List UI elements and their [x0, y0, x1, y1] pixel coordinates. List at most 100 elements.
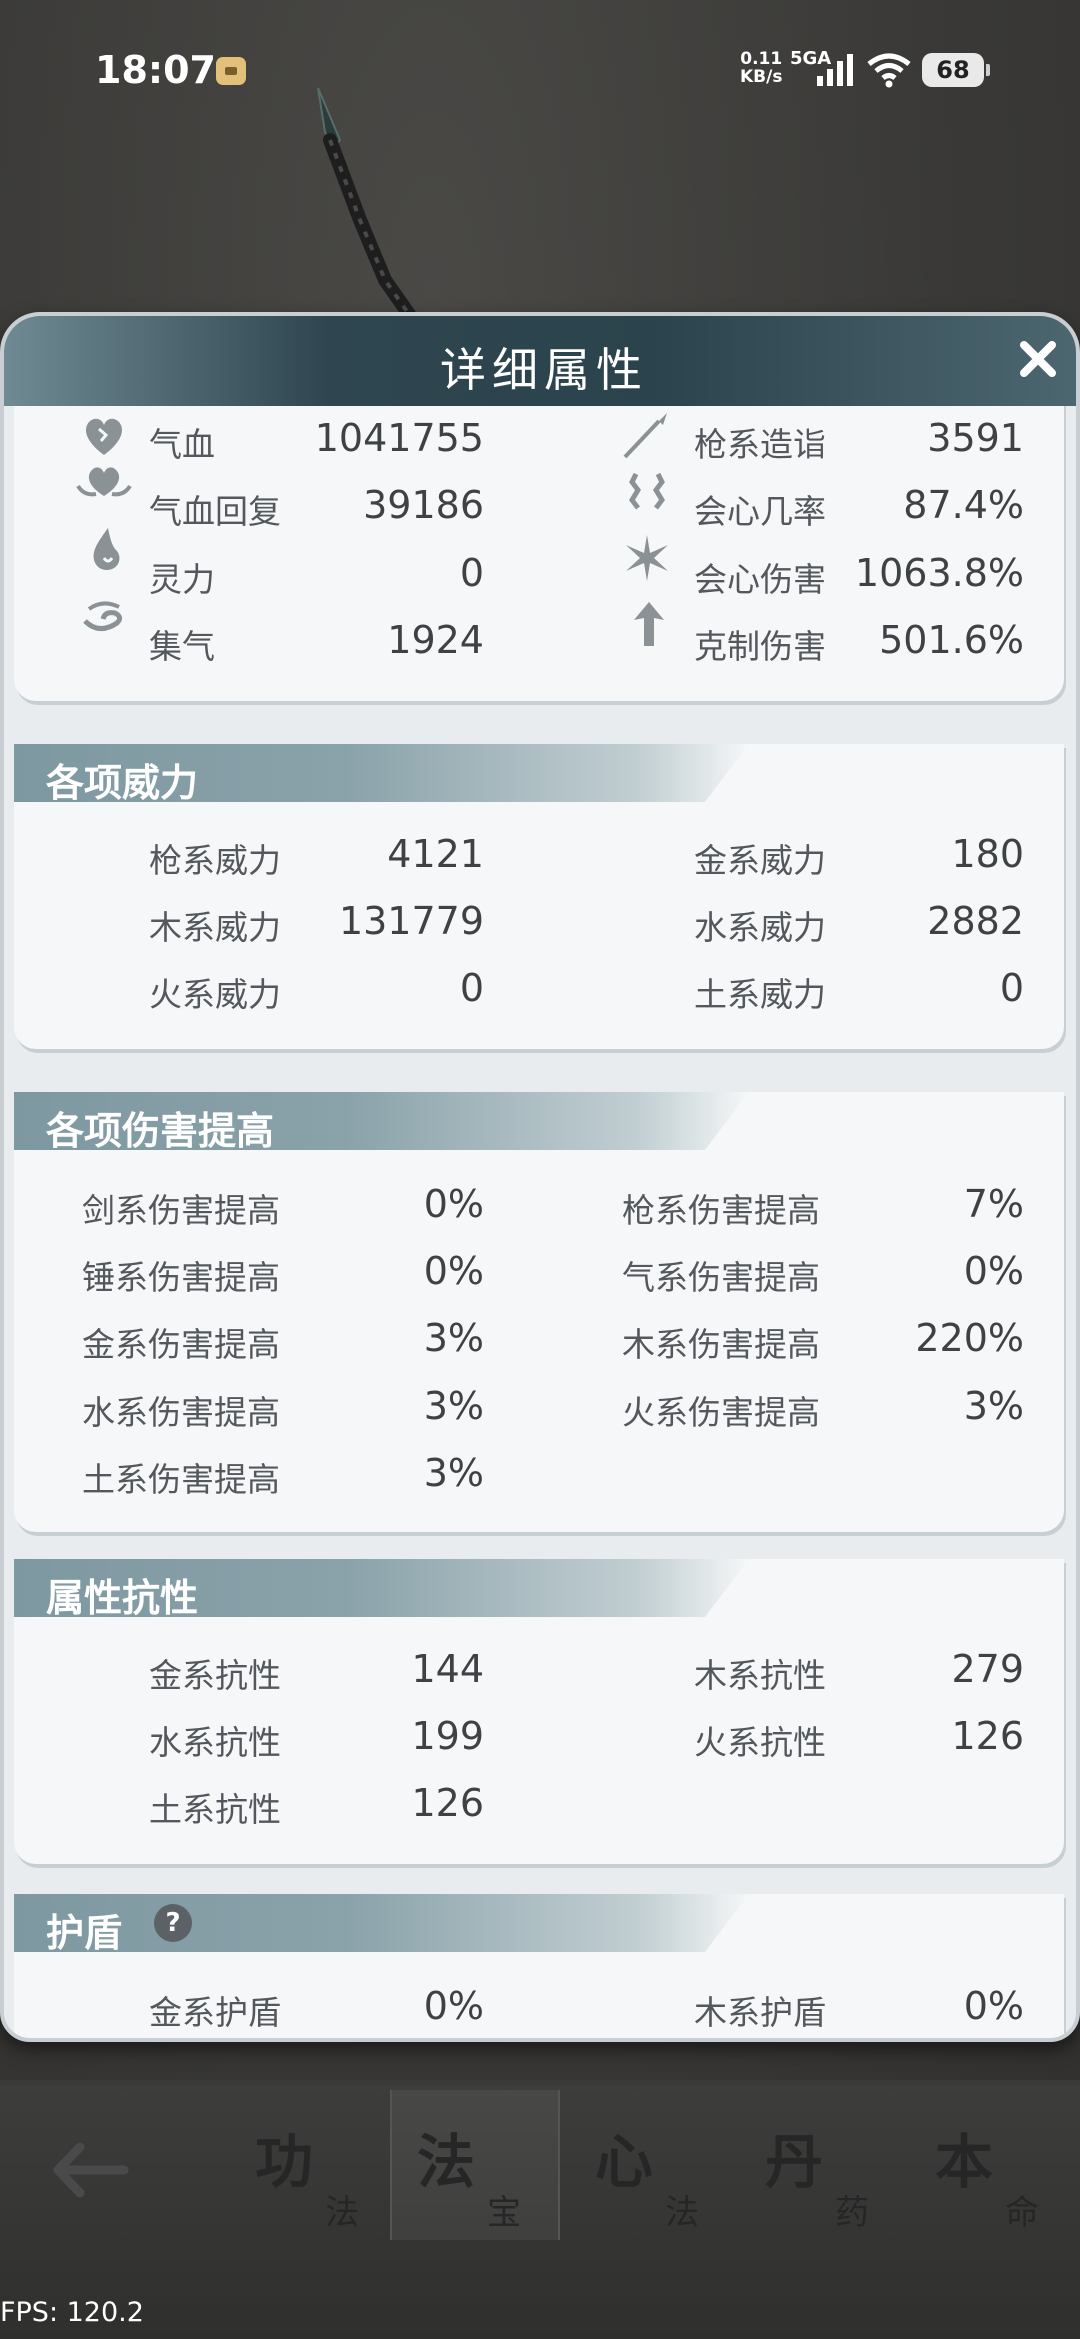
resistance-label: 金系抗性 [149, 1656, 281, 1695]
stat-value: 87.4% [903, 483, 1024, 527]
power-label: 木系威力 [149, 908, 281, 947]
section-title: 属性抗性 [46, 1575, 199, 1620]
panel-header: 详细属性 [4, 316, 1076, 406]
back-arrow-icon[interactable] [50, 2135, 130, 2205]
damage-boost-value: 0% [963, 1249, 1024, 1293]
damage-boost-label: 水系伤害提高 [82, 1393, 280, 1432]
resistance-value: 279 [951, 1647, 1024, 1691]
nav-tab-char: 法 [417, 2128, 476, 2196]
section-title: 护盾 [46, 1910, 123, 1955]
resistance-section-header: 属性抗性 [14, 1559, 749, 1617]
damage-boost-value: 220% [915, 1316, 1024, 1360]
net-speed: 0.11 KB/s [740, 50, 782, 86]
stat-value: 39186 [363, 483, 484, 527]
nav-tab-benming[interactable]: 本 命 [910, 2090, 1080, 2240]
damage-boost-label: 锤系伤害提高 [82, 1258, 280, 1297]
shield-label: 木系护盾 [694, 1993, 826, 2032]
power-label: 金系威力 [694, 841, 826, 880]
attributes-scroll-area[interactable]: 气血 1041755 气血回复 39186 灵力 0 集气 1924 枪系造诣 [4, 406, 1076, 2038]
damage-boost-value: 0% [423, 1249, 484, 1293]
close-button[interactable] [1010, 331, 1066, 387]
stat-label: 克制伤害 [694, 627, 826, 666]
stat-label: 气血 [149, 425, 215, 464]
nav-tab-subchar: 命 [1005, 2193, 1039, 2233]
nav-tab-fabao[interactable]: 法 宝 [390, 2090, 560, 2240]
power-value: 131779 [338, 899, 484, 943]
notification-icon [216, 57, 246, 85]
basic-stats-card: 气血 1041755 气血回复 39186 灵力 0 集气 1924 枪系造诣 [14, 406, 1064, 701]
damage-boost-value: 3% [423, 1451, 484, 1495]
damage-boost-label: 剑系伤害提高 [82, 1191, 280, 1230]
damage-boost-card: 剑系伤害提高 0% 锤系伤害提高 0% 金系伤害提高 3% 水系伤害提高 3% … [14, 1092, 1064, 1532]
nav-tab-subchar: 药 [835, 2193, 869, 2233]
nav-tab-char: 功 [255, 2128, 314, 2196]
nav-tab-danyao[interactable]: 丹 药 [740, 2090, 910, 2240]
swirl-icon [83, 601, 123, 631]
spear-icon [623, 413, 667, 459]
power-value: 180 [951, 832, 1024, 876]
nav-tab-char: 本 [935, 2128, 994, 2196]
resistance-label: 木系抗性 [694, 1656, 826, 1695]
nav-tab-subchar: 法 [665, 2193, 699, 2233]
damage-boost-value: 3% [423, 1384, 484, 1428]
damage-boost-label: 气系伤害提高 [622, 1258, 820, 1297]
stat-value: 3591 [927, 416, 1024, 460]
net-speed-unit: KB/s [740, 67, 783, 87]
stat-value: 501.6% [879, 618, 1024, 662]
power-value: 0 [999, 966, 1024, 1010]
damage-boost-label: 土系伤害提高 [82, 1460, 280, 1499]
power-value: 4121 [387, 832, 484, 876]
power-value: 0 [459, 966, 484, 1010]
stat-label: 灵力 [149, 560, 215, 599]
nav-tab-subchar: 法 [325, 2193, 359, 2233]
stat-label: 枪系造诣 [694, 425, 826, 464]
spirit-drop-icon [93, 528, 120, 570]
resistance-value: 126 [411, 1781, 484, 1825]
crit-damage-icon [626, 535, 668, 581]
nav-tab-xinfa[interactable]: 心 法 [570, 2090, 740, 2240]
stat-label: 会心伤害 [694, 560, 826, 599]
clock: 18:07 [95, 48, 216, 92]
wifi-icon [867, 53, 911, 88]
shield-value: 0% [963, 1984, 1024, 2028]
stat-value: 0 [459, 551, 484, 595]
nav-tab-gongfa[interactable]: 功 法 [230, 2090, 400, 2240]
resistance-value: 144 [411, 1647, 484, 1691]
stat-label: 会心几率 [694, 492, 826, 531]
crit-rate-icon [628, 472, 666, 510]
nav-tab-char: 丹 [765, 2128, 824, 2196]
section-title: 各项威力 [46, 760, 199, 805]
net-speed-value: 0.11 [740, 49, 783, 69]
resistance-value: 126 [951, 1714, 1024, 1758]
power-label: 土系威力 [694, 975, 826, 1014]
resistance-label: 土系抗性 [149, 1790, 281, 1829]
power-label: 水系威力 [694, 908, 826, 947]
detail-attributes-panel: 详细属性 气血 1041755 气血回复 39186 灵力 0 集气 1924 … [0, 312, 1080, 2042]
power-label: 火系威力 [149, 975, 281, 1014]
damage-boost-label: 火系伤害提高 [622, 1393, 820, 1432]
stat-label: 集气 [149, 627, 215, 666]
status-bar: 18:07 0.11 KB/s 5GA 68 [0, 0, 1080, 140]
damage-boost-label: 木系伤害提高 [622, 1325, 820, 1364]
shield-label: 金系护盾 [149, 1993, 281, 2032]
resistance-value: 199 [411, 1714, 484, 1758]
damage-boost-value: 3% [963, 1384, 1024, 1428]
nav-tab-char: 心 [595, 2128, 654, 2196]
section-title: 各项伤害提高 [46, 1108, 275, 1153]
nav-tab-subchar: 宝 [487, 2193, 521, 2233]
resistance-label: 火系抗性 [694, 1723, 826, 1762]
signal-icon [817, 54, 853, 86]
damage-boost-value: 0% [423, 1182, 484, 1226]
power-label: 枪系威力 [149, 841, 281, 880]
battery-indicator: 68 [922, 53, 990, 87]
power-section-header: 各项威力 [14, 744, 749, 802]
stat-value: 1041755 [314, 416, 484, 460]
stat-value: 1063.8% [854, 551, 1024, 595]
help-icon[interactable]: ? [154, 1904, 192, 1942]
stat-value: 1924 [387, 618, 484, 662]
heart-icon [85, 418, 123, 455]
fps-counter: FPS: 120.2 [0, 2297, 144, 2328]
panel-title: 详细属性 [440, 343, 648, 397]
damage-boost-value: 3% [423, 1316, 484, 1360]
counter-arrow-icon [634, 602, 664, 646]
